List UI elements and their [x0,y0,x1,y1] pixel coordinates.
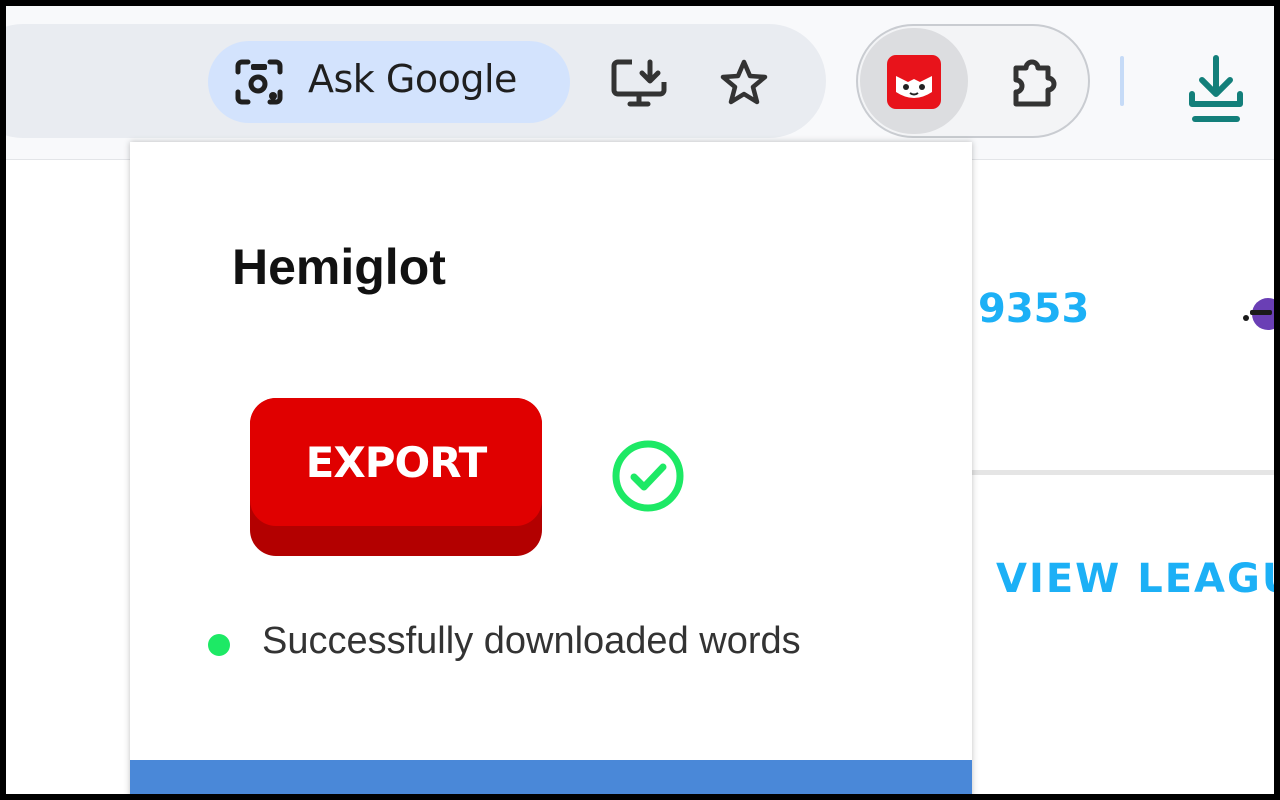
extensions-puzzle-icon[interactable] [1010,54,1064,112]
ask-google-label: Ask Google [308,57,517,101]
browser-toolbar: Ask Google [6,6,1274,160]
status-dot [208,634,230,656]
download-icon[interactable] [1188,54,1244,128]
popup-footer [130,760,972,794]
xp-count: 9353 [978,286,1090,332]
league-avatar-icon [1243,298,1274,330]
export-button[interactable]: EXPORT [250,398,542,556]
section-divider [968,470,1274,475]
extension-popup: Hemiglot EXPORT Successfully downloaded … [130,142,972,794]
install-app-icon[interactable] [610,58,668,108]
toolbar-divider [1120,56,1124,106]
browser-window: Ask Google 9353 VIEW LEAGU Hemiglot EXPO… [6,6,1274,794]
hemiglot-extension-icon[interactable] [886,54,942,110]
success-check-icon [612,440,684,512]
export-button-label: EXPORT [305,437,488,487]
ask-google-button[interactable]: Ask Google [208,41,570,123]
bookmark-star-icon[interactable] [718,58,770,108]
lens-camera-icon [235,59,283,105]
popup-title: Hemiglot [232,239,446,295]
export-button-face: EXPORT [250,398,542,526]
status-message: Successfully downloaded words [262,620,801,662]
view-league-link[interactable]: VIEW LEAGU [996,556,1274,602]
